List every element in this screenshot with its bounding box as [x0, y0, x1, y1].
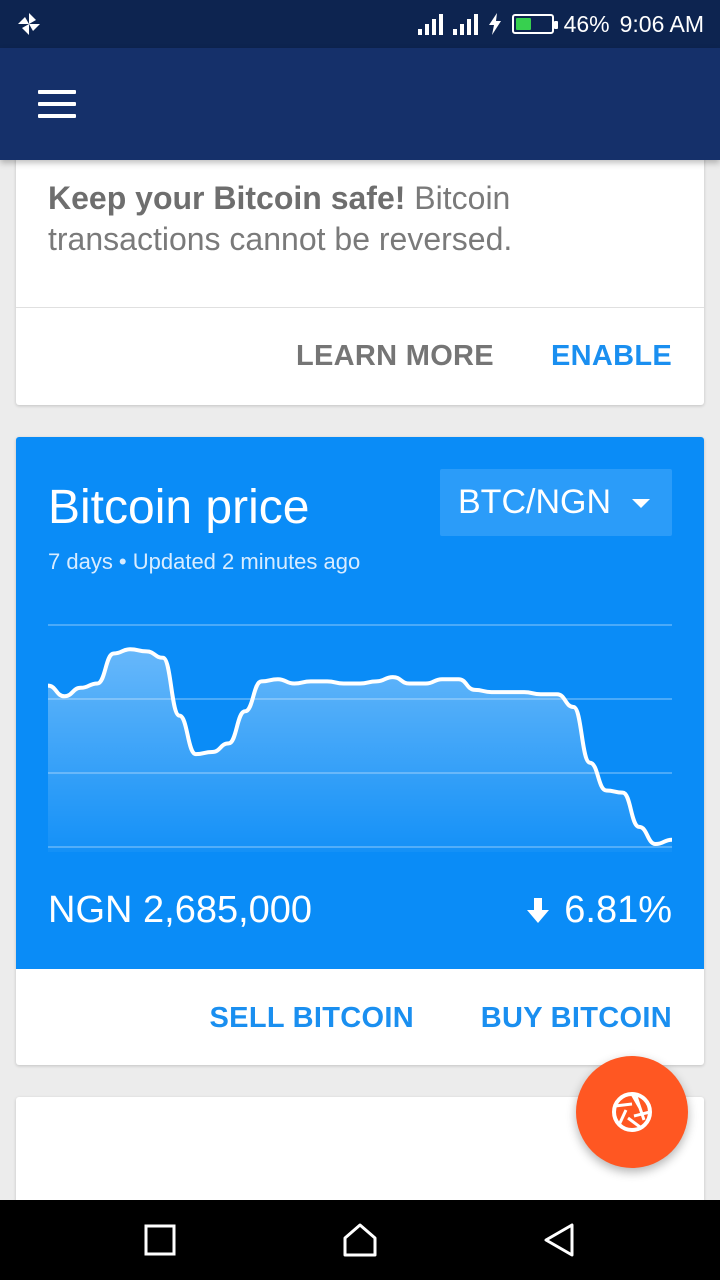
security-headline: Keep your Bitcoin safe!	[48, 180, 406, 216]
price-chart	[48, 624, 672, 852]
signal-strength-icon	[417, 13, 443, 35]
currency-pair-value: BTC/NGN	[458, 483, 611, 521]
recent-apps-icon[interactable]	[140, 1220, 180, 1260]
price-change: 6.81%	[526, 889, 672, 932]
system-nav-bar	[0, 1200, 720, 1280]
security-message: Keep your Bitcoin safe! Bitcoin transact…	[48, 178, 668, 260]
current-price: NGN 2,685,000	[48, 889, 313, 931]
charging-bolt-icon	[488, 13, 501, 35]
camera-shutter-button[interactable]	[576, 1056, 688, 1168]
dropdown-caret-icon	[632, 499, 650, 508]
buy-bitcoin-button[interactable]: BUY BITCOIN	[481, 1002, 672, 1035]
status-bar: 46% 9:06 AM	[0, 0, 720, 48]
battery-icon	[511, 14, 558, 34]
security-card: Keep your Bitcoin safe! Bitcoin transact…	[16, 150, 704, 405]
currency-pair-dropdown[interactable]: BTC/NGN	[440, 469, 672, 536]
pinwheel-icon	[18, 13, 40, 35]
home-icon[interactable]	[340, 1220, 380, 1260]
card-divider	[16, 307, 704, 308]
app-bar	[0, 48, 720, 160]
price-area	[48, 649, 672, 852]
back-icon[interactable]	[540, 1220, 580, 1260]
price-panel: Bitcoin price BTC/NGN 7 days • Updated 2…	[16, 437, 704, 969]
bitcoin-price-card: Bitcoin price BTC/NGN 7 days • Updated 2…	[16, 437, 704, 1065]
signal-strength-icon	[452, 13, 478, 35]
price-change-value: 6.81%	[564, 889, 672, 931]
learn-more-button[interactable]: LEARN MORE	[296, 340, 494, 373]
clock: 9:06 AM	[619, 10, 704, 37]
sell-bitcoin-button[interactable]: SELL BITCOIN	[210, 1002, 414, 1035]
battery-percent: 46%	[563, 10, 610, 37]
arrow-down-icon	[527, 897, 550, 923]
camera-shutter-icon	[612, 1092, 652, 1132]
enable-button[interactable]: ENABLE	[551, 340, 672, 373]
status-icons: 46% 9:06 AM	[417, 0, 704, 48]
hamburger-menu-icon[interactable]	[38, 90, 76, 118]
price-update-subtitle: 7 days • Updated 2 minutes ago	[48, 549, 361, 574]
price-title: Bitcoin price	[48, 481, 310, 534]
